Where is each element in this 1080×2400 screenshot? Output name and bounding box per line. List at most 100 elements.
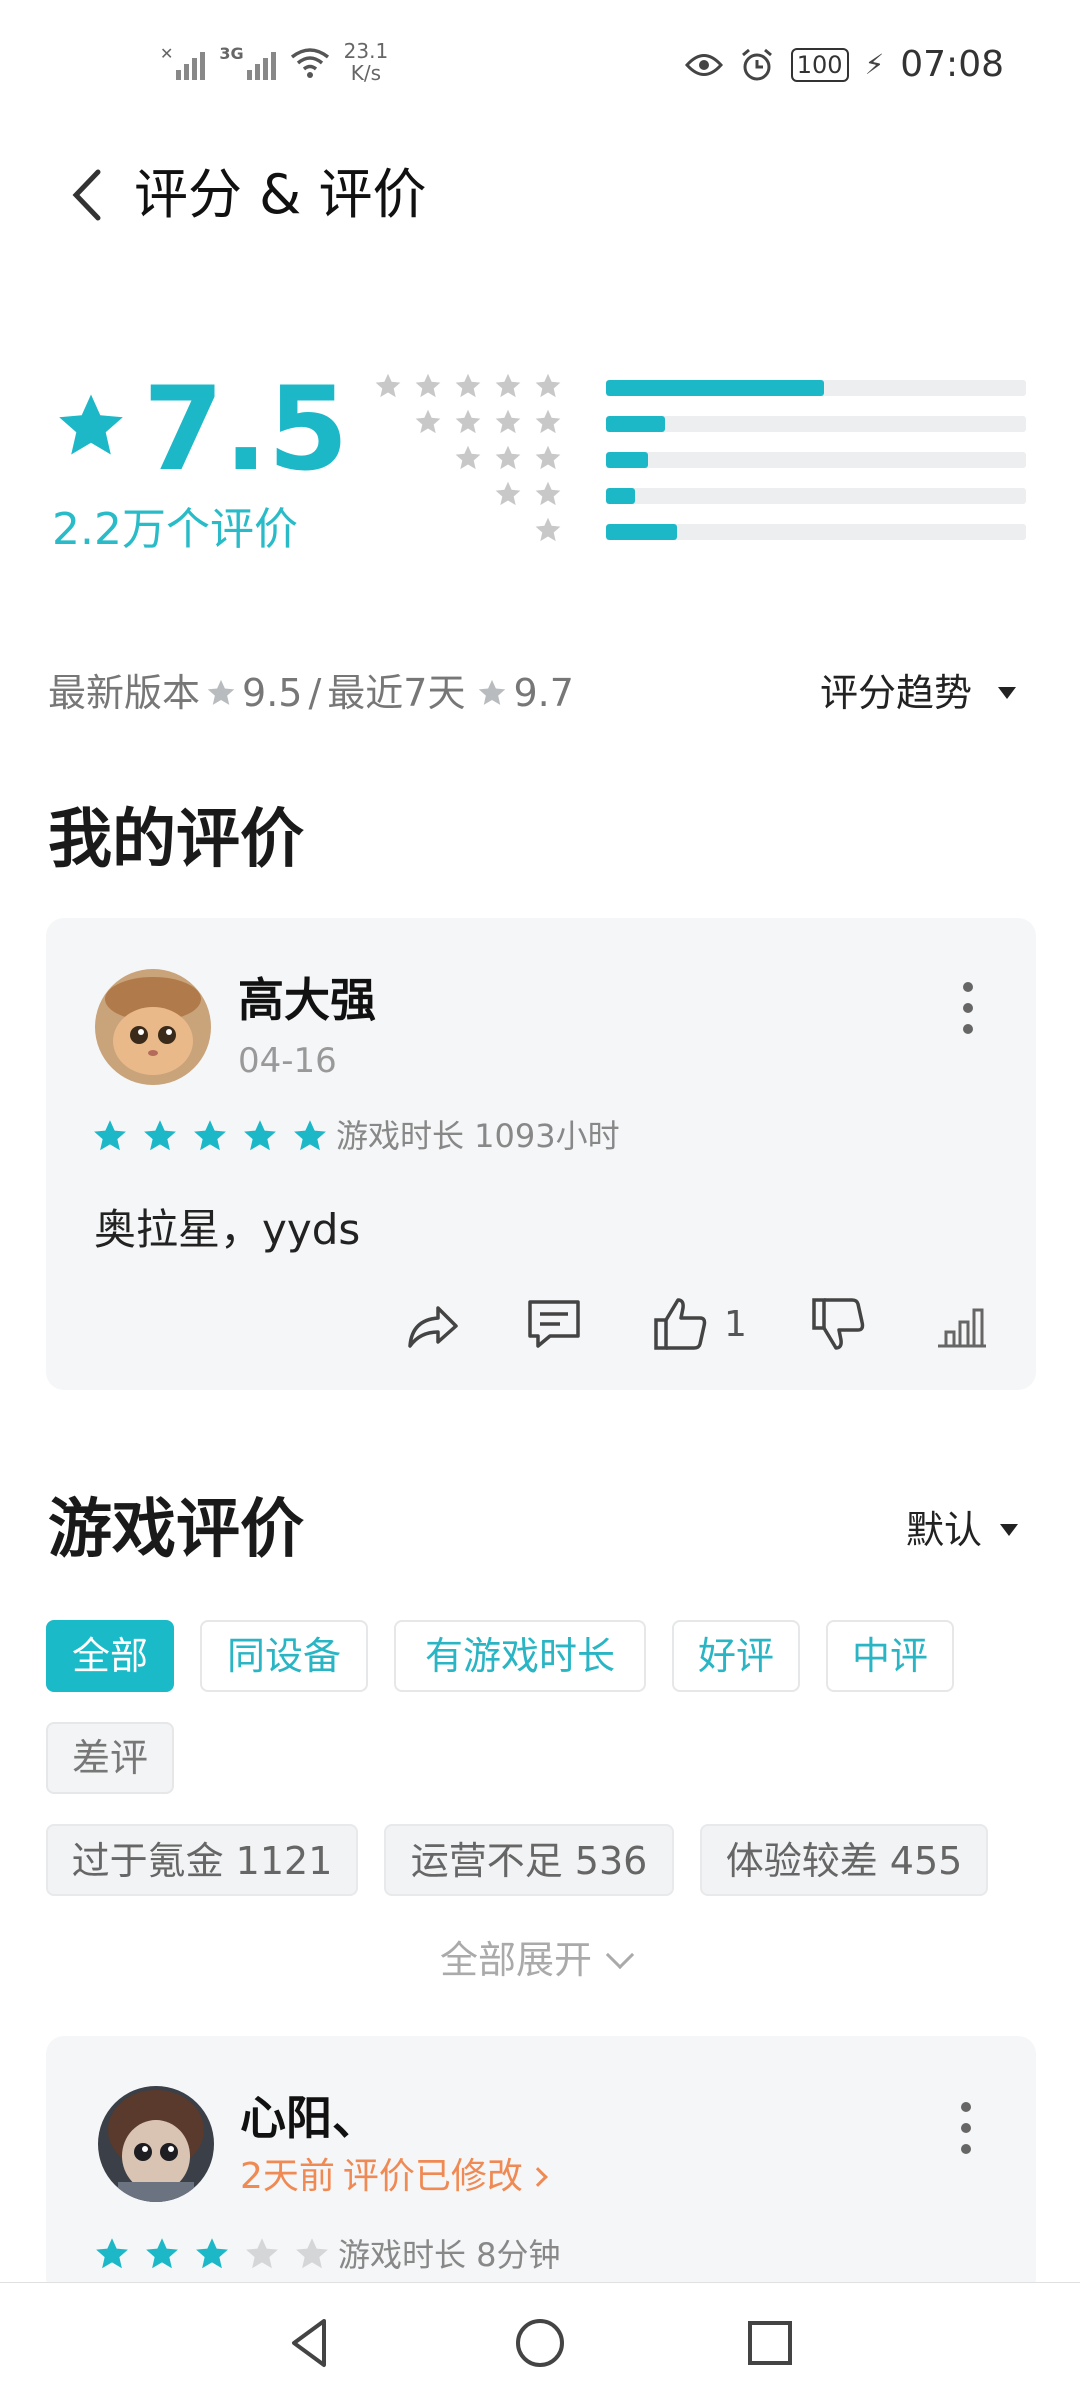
filter-neutral[interactable]: 中评 — [826, 1620, 954, 1692]
star-icon — [455, 445, 481, 470]
back-triangle-icon[interactable] — [280, 2313, 340, 2373]
filter-same-device[interactable]: 同设备 — [200, 1620, 368, 1692]
recent-label: 最近7天 — [327, 671, 466, 715]
star-icon — [207, 679, 235, 705]
review-time-edited[interactable]: 2天前 评价已修改 — [240, 2152, 548, 2202]
star-icon — [415, 373, 441, 398]
review-stars — [92, 1118, 328, 1154]
distribution-row-3-stars — [390, 440, 1030, 476]
star-icon — [495, 409, 521, 434]
rating-count: 2.2万个评价 — [52, 504, 298, 555]
distribution-bar-fill — [606, 524, 678, 540]
expand-all-button[interactable]: 全部展开 — [440, 1932, 635, 1988]
distribution-bar — [606, 488, 1026, 504]
recents-square-icon[interactable] — [740, 2313, 800, 2373]
star-icon — [535, 409, 561, 434]
thumbs-down-icon[interactable] — [808, 1294, 868, 1354]
thumbs-up-icon[interactable] — [650, 1294, 710, 1354]
distribution-bar-fill — [606, 380, 825, 396]
sort-label: 默认 — [905, 1508, 982, 1552]
filter-negative[interactable]: 差评 — [46, 1722, 174, 1794]
tag-chip[interactable]: 体验较差 455 — [700, 1824, 988, 1896]
filter-has-playtime[interactable]: 有游戏时长 — [394, 1620, 646, 1692]
distribution-bar-fill — [606, 452, 648, 468]
distribution-bar-fill — [606, 416, 665, 432]
star-filled-icon — [294, 1120, 326, 1151]
home-circle-icon[interactable] — [510, 2313, 570, 2373]
status-bar: ✕ 3G 23.1 K/s 100 ⚡ 07:08 — [0, 0, 1080, 130]
comment-icon[interactable] — [524, 1294, 584, 1354]
avatar[interactable] — [95, 969, 211, 1085]
star-filled-icon — [94, 1120, 126, 1151]
caret-down-icon — [998, 687, 1016, 699]
distribution-bar — [606, 524, 1026, 540]
signal-2-icon: 3G — [219, 44, 276, 80]
tag-chip[interactable]: 运营不足 536 — [384, 1824, 674, 1896]
more-icon[interactable] — [956, 2098, 976, 2158]
net-speed: 23.1 K/s — [344, 40, 389, 84]
filter-all[interactable]: 全部 — [46, 1620, 174, 1692]
filter-positive[interactable]: 好评 — [672, 1620, 800, 1692]
signal-1-icon: ✕ — [160, 44, 206, 80]
star-icon — [535, 481, 561, 506]
rating-score: 7.5 — [143, 362, 349, 497]
share-icon[interactable] — [402, 1296, 462, 1356]
distribution-row-4-stars — [390, 404, 1030, 440]
review-stars — [94, 2236, 330, 2272]
star-icon — [415, 409, 441, 434]
star-icon — [495, 373, 521, 398]
star-icon — [375, 373, 401, 398]
distribution-stars — [454, 444, 562, 472]
star-filled-icon — [196, 2238, 228, 2269]
more-icon[interactable] — [958, 978, 978, 1038]
reviewer-name: 心阳、 — [240, 2091, 378, 2145]
star-icon — [495, 481, 521, 506]
star-icon — [455, 409, 481, 434]
star-filled-icon — [146, 2238, 178, 2269]
star-icon — [535, 445, 561, 470]
sort-dropdown[interactable]: 默认 — [906, 1502, 1018, 1558]
avatar[interactable] — [98, 2086, 214, 2202]
caret-down-icon — [1000, 1524, 1018, 1536]
star-empty-icon — [246, 2238, 278, 2269]
star-filled-icon — [244, 1120, 276, 1151]
separator: / — [308, 671, 322, 715]
like-count: 1 — [724, 1304, 747, 1345]
star-filled-icon — [96, 2238, 128, 2269]
alarm-icon — [741, 48, 772, 80]
distribution-bar — [606, 416, 1026, 432]
stats-icon[interactable] — [932, 1294, 992, 1354]
my-review-card: 高大强 04-16 游戏时长 1093小时 奥拉星，yyds 1 — [46, 918, 1036, 1390]
battery-level: 100 — [790, 47, 849, 82]
my-review-title: 我的评价 — [48, 803, 304, 877]
status-left: ✕ 3G 23.1 K/s — [160, 40, 388, 84]
rating-trend-button[interactable]: 评分趋势 — [820, 665, 1016, 721]
tag-chip[interactable]: 过于氪金 1121 — [46, 1824, 358, 1896]
star-icon — [535, 517, 561, 542]
distribution-stars — [494, 480, 562, 508]
status-right: 100 ⚡ 07:08 — [684, 44, 1004, 85]
version-score: 9.5 — [242, 671, 303, 715]
trend-label: 评分趋势 — [819, 671, 972, 715]
recent-score: 9.7 — [513, 671, 574, 715]
net-speed-value: 23.1 — [343, 39, 389, 63]
star-icon — [455, 373, 481, 398]
star-icon — [535, 373, 561, 398]
page-title: 评分 & 评价 — [134, 163, 427, 226]
network-type-label: 3G — [219, 44, 244, 63]
distribution-stars — [414, 408, 562, 436]
distribution-bar-fill — [606, 488, 636, 504]
review-date: 04-16 — [238, 1041, 337, 1081]
distribution-bar — [606, 452, 1026, 468]
star-filled-icon — [144, 1120, 176, 1151]
eye-icon — [684, 53, 723, 76]
star-filled-icon — [194, 1120, 226, 1151]
rating-star-icon — [59, 394, 123, 455]
clock: 07:08 — [900, 44, 1004, 85]
chevron-down-icon — [605, 1940, 635, 1970]
distribution-stars — [374, 372, 562, 400]
chevron-left-icon[interactable] — [62, 160, 114, 230]
review-card: 心阳、 2天前 评价已修改 游戏时长 8分钟 — [46, 2036, 1036, 2296]
playtime-label: 游戏时长 8分钟 — [338, 2236, 561, 2274]
star-icon — [479, 679, 506, 705]
